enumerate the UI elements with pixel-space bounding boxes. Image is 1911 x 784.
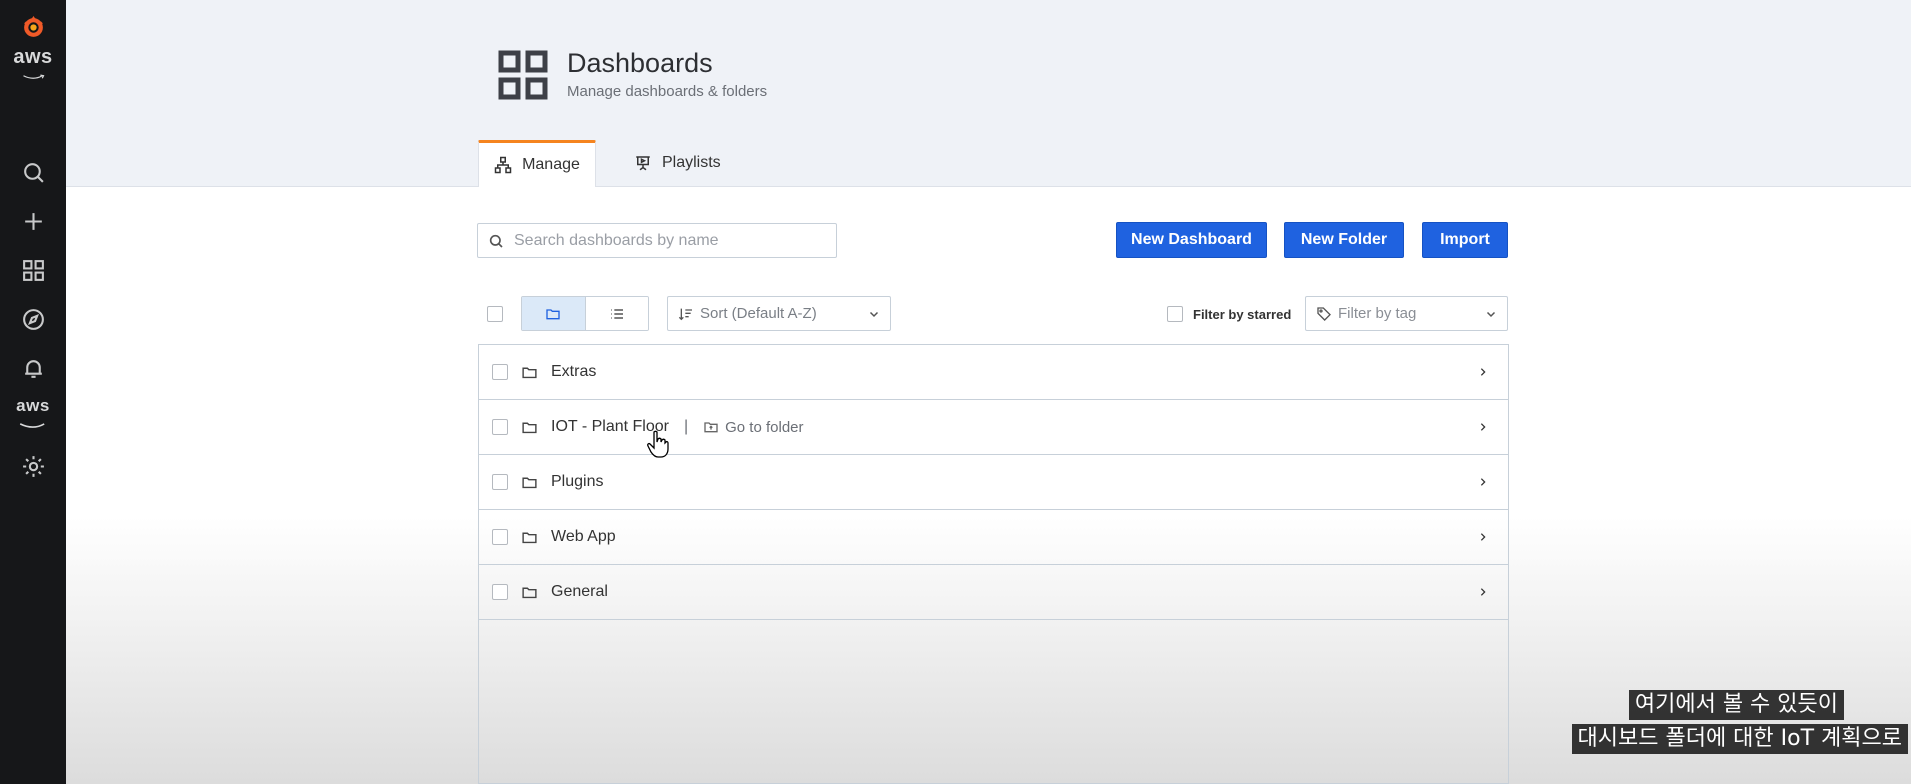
new-folder-button[interactable]: New Folder	[1284, 222, 1404, 258]
folder-icon	[521, 584, 538, 601]
sidebar: aws aws	[0, 0, 66, 784]
folder-row[interactable]: General	[479, 565, 1508, 620]
separator: |	[683, 418, 689, 435]
aws-smile-icon	[22, 74, 44, 79]
tab-playlists[interactable]: Playlists	[634, 140, 721, 186]
main-panel: Dashboards Manage dashboards & folders M…	[66, 0, 1911, 784]
tab-manage[interactable]: Manage	[478, 140, 596, 187]
explore-compass-icon[interactable]	[0, 295, 66, 344]
grafana-logo-svg	[23, 15, 43, 37]
folder-name: General	[551, 583, 608, 600]
page-subtitle: Manage dashboards & folders	[567, 83, 768, 100]
chevron-right-icon[interactable]	[1478, 477, 1488, 487]
tab-playlists-label: Playlists	[662, 154, 721, 171]
hand-cursor-icon	[647, 430, 669, 458]
page-title: Dashboards	[567, 48, 713, 78]
folder-view-button[interactable]	[522, 297, 586, 330]
list-view-button[interactable]	[585, 297, 648, 330]
folder-open-icon	[704, 422, 718, 433]
chevron-down-icon	[869, 311, 879, 317]
folder-list: Extras IOT - Plant Floor | Go to folder …	[478, 344, 1509, 784]
folder-icon	[521, 529, 538, 546]
dashboards-header-icon	[498, 50, 548, 100]
row-checkbox[interactable]	[492, 364, 508, 380]
starred-checkbox[interactable]	[1167, 306, 1183, 322]
bell-icon[interactable]	[0, 344, 66, 393]
subtitle-line-2: 대시보드 폴더에 대한 IoT 계획으로	[1571, 724, 1908, 754]
gear-icon[interactable]	[0, 442, 66, 491]
presentation-icon	[636, 156, 650, 171]
dashboards-icon[interactable]	[0, 246, 66, 295]
row-checkbox[interactable]	[492, 529, 508, 545]
page-header: Dashboards Manage dashboards & folders M…	[66, 0, 1911, 187]
grafana-logo-icon[interactable]	[0, 6, 66, 48]
folder-name: Web App	[551, 528, 616, 545]
new-dashboard-button[interactable]: New Dashboard	[1116, 222, 1267, 258]
plus-icon[interactable]	[0, 197, 66, 246]
sitemap-icon	[494, 156, 512, 174]
aws-logo[interactable]: aws	[0, 46, 66, 88]
row-checkbox[interactable]	[492, 419, 508, 435]
starred-label: Filter by starred	[1193, 306, 1292, 322]
chevron-down-icon	[1486, 311, 1496, 317]
select-all-checkbox[interactable]	[487, 306, 503, 322]
go-to-folder-link[interactable]: Go to folder	[703, 418, 804, 436]
chevron-right-icon[interactable]	[1478, 532, 1488, 542]
subtitle-line-1: 여기에서 볼 수 있듯이	[1628, 690, 1844, 720]
aws-icon-smile	[19, 422, 45, 428]
aws-icon-label: aws	[16, 395, 50, 415]
search-icon	[489, 234, 503, 248]
folder-row[interactable]: Web App	[479, 510, 1508, 565]
folder-icon	[521, 419, 538, 436]
view-toggle	[521, 296, 649, 331]
folder-name: Extras	[551, 363, 597, 380]
search-input[interactable]	[512, 230, 836, 251]
tag-filter-select[interactable]: Filter by tag	[1305, 296, 1508, 331]
folder-row[interactable]: IOT - Plant Floor | Go to folder	[479, 400, 1508, 455]
aws-icon[interactable]: aws	[0, 393, 66, 442]
folder-row[interactable]: Plugins	[479, 455, 1508, 510]
chevron-right-icon[interactable]	[1478, 367, 1488, 377]
tab-manage-label: Manage	[522, 156, 580, 173]
search-icon[interactable]	[0, 148, 66, 197]
sort-label: Sort (Default A-Z)	[700, 305, 817, 322]
folder-icon	[521, 364, 538, 381]
list-icon	[610, 308, 623, 319]
tag-icon	[1317, 306, 1331, 321]
filter-starred[interactable]: Filter by starred	[1167, 306, 1291, 322]
aws-logo-text: aws	[13, 46, 53, 68]
row-checkbox[interactable]	[492, 474, 508, 490]
search-box[interactable]	[477, 223, 837, 258]
row-checkbox[interactable]	[492, 584, 508, 600]
video-subtitles: 여기에서 볼 수 있듯이 대시보드 폴더에 대한 IoT 계획으로	[1571, 690, 1908, 754]
go-to-folder-label: Go to folder	[725, 418, 804, 436]
chevron-right-icon[interactable]	[1478, 422, 1488, 432]
folder-icon	[546, 308, 560, 319]
import-button[interactable]: Import	[1422, 222, 1508, 258]
sort-icon	[678, 308, 692, 320]
folder-row[interactable]: Extras	[479, 345, 1508, 400]
sort-select[interactable]: Sort (Default A-Z)	[667, 296, 891, 331]
tag-placeholder: Filter by tag	[1338, 305, 1417, 322]
chevron-right-icon[interactable]	[1478, 587, 1488, 597]
folder-name: Plugins	[551, 473, 604, 490]
folder-icon	[521, 474, 538, 491]
